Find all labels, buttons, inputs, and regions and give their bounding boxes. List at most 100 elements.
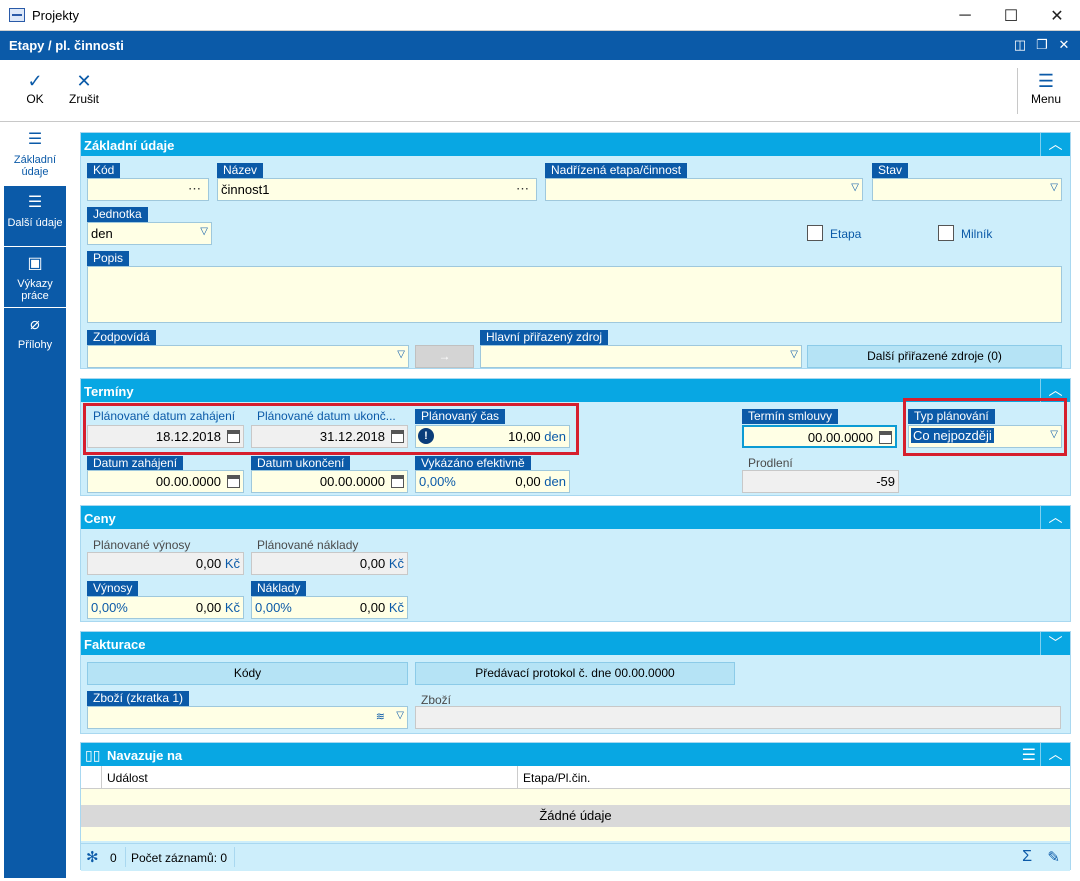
column-divider: [517, 766, 518, 789]
dropdown-icon[interactable]: ▽: [1050, 182, 1058, 193]
layers-icon[interactable]: ≋: [376, 710, 385, 723]
protokol-button[interactable]: Předávací protokol č. dne 00.00.0000: [415, 662, 735, 685]
calendar-icon[interactable]: [391, 475, 404, 488]
filter-icon[interactable]: ✻: [86, 848, 99, 866]
naklady-value: 0,00: [359, 600, 386, 615]
dropdown-icon[interactable]: ▽: [851, 182, 859, 193]
toolbar-divider: [1017, 68, 1018, 114]
collapse-chevron-icon[interactable]: ︿: [1040, 133, 1070, 156]
section-title: Navazuje na: [81, 743, 1070, 766]
sidebar-item-vykazy[interactable]: ▣ Výkazy práce: [4, 248, 66, 308]
footer-divider: [125, 847, 126, 867]
close-subwindow-icon[interactable]: ✕: [1056, 37, 1072, 53]
collapse-chevron-icon[interactable]: ﹀: [1040, 632, 1070, 655]
etapa-checkbox[interactable]: [807, 225, 823, 241]
calendar-icon[interactable]: [879, 431, 892, 444]
vykazano-field[interactable]: 0,00% 0,00 den: [415, 470, 570, 493]
menu-button[interactable]: ☰ Menu: [1026, 70, 1066, 106]
plan-vynosy-label: Plánované výnosy: [93, 538, 191, 552]
vynosy-label: Výnosy: [87, 581, 139, 596]
naklady-label: Náklady: [251, 581, 307, 596]
grid-footer: ✻ 0 Počet záznamů: 0 Σ ✎: [81, 843, 1070, 871]
checkmark-icon: ✓: [27, 71, 43, 91]
hlavni-zdroj-field[interactable]: ▽: [480, 345, 802, 368]
nadrizena-field[interactable]: ▽: [545, 178, 863, 201]
stav-label: Stav: [872, 163, 909, 178]
prodleni-field: -59: [742, 470, 899, 493]
column-header-udalost[interactable]: Událost: [107, 771, 148, 785]
jednotka-field[interactable]: den ▽: [87, 222, 212, 245]
restore-icon[interactable]: ❐: [1034, 37, 1050, 53]
section-title: Základní údaje: [81, 133, 1070, 156]
nadrizena-label: Nadřízená etapa/činnost: [545, 163, 688, 178]
collapse-chevron-icon[interactable]: ︿: [1040, 506, 1070, 529]
sum-icon[interactable]: Σ: [1022, 848, 1032, 866]
assign-arrow-button[interactable]: →: [415, 345, 474, 368]
section-zakladni: Základní údaje ︿ Kód ⋯ Název činnost1 ⋯ N…: [80, 132, 1071, 369]
popis-textarea[interactable]: [87, 266, 1062, 323]
plan-naklady-label: Plánované náklady: [257, 538, 359, 552]
ellipsis-icon[interactable]: ⋯: [188, 181, 202, 197]
end-label: Datum ukončení: [251, 456, 351, 471]
stav-field[interactable]: ▽: [872, 178, 1062, 201]
smlouva-label: Termín smlouvy: [742, 409, 839, 424]
filter-count: 0: [110, 851, 117, 865]
plan-vynosy-field: 0,00 Kč: [87, 552, 244, 575]
paperclip-icon: ⌀: [30, 316, 40, 333]
dropdown-icon[interactable]: ▽: [396, 710, 404, 721]
sidebar-item-label: Výkazy práce: [17, 278, 53, 302]
calendar-icon[interactable]: [227, 475, 240, 488]
toolbar: ✓ OK ✕ Zrušit ☰ Menu: [0, 60, 1080, 122]
nazev-field[interactable]: činnost1 ⋯: [217, 178, 537, 201]
cancel-button[interactable]: ✕ Zrušit: [64, 70, 104, 106]
dropdown-icon[interactable]: ▽: [790, 349, 798, 360]
footer-divider: [234, 847, 235, 867]
hlavni-zdroj-label: Hlavní přiřazený zdroj: [480, 330, 609, 345]
milnik-checkbox[interactable]: [938, 225, 954, 241]
vynosy-field[interactable]: 0,00% 0,00 Kč: [87, 596, 244, 619]
archive-box-icon: ▣: [27, 255, 43, 272]
maximize-button[interactable]: ☐: [988, 0, 1034, 31]
subwindow-title: Etapy / pl. činnosti: [9, 38, 124, 53]
sidebar-item-prilohy[interactable]: ⌀ Přílohy: [4, 309, 66, 369]
window-title: Projekty: [32, 8, 79, 23]
section-title: Fakturace: [81, 632, 1070, 655]
dropdown-icon[interactable]: ▽: [200, 226, 208, 237]
start-field[interactable]: 00.00.0000: [87, 470, 244, 493]
dalsi-zdroje-button[interactable]: Další přiřazené zdroje (0): [807, 345, 1062, 368]
sidebar-item-dalsi[interactable]: ☰ Další údaje: [4, 187, 66, 247]
jednotka-label: Jednotka: [87, 207, 148, 222]
zbozi-zkratka-field[interactable]: ≋ ▽: [87, 706, 408, 729]
plan-vynosy-value: 0,00: [195, 556, 222, 571]
start-label: Datum zahájení: [87, 456, 184, 471]
zbozi-field: [415, 706, 1061, 729]
close-button[interactable]: ✕: [1034, 0, 1080, 31]
ok-button[interactable]: ✓ OK: [20, 70, 50, 106]
highlight-frame-plan: [83, 403, 579, 455]
sidebar-item-zakladni[interactable]: ☰ Základní údaje: [4, 124, 66, 186]
cancel-label: Zrušit: [69, 92, 99, 106]
zodpovida-field[interactable]: ▽: [87, 345, 409, 368]
zbozi-zkratka-label: Zboží (zkratka 1): [87, 691, 190, 706]
grid-menu-icon[interactable]: ☰: [1022, 745, 1036, 765]
end-field[interactable]: 00.00.0000: [251, 470, 408, 493]
column-header-etapa[interactable]: Etapa/Pl.čin.: [523, 771, 590, 785]
collapse-chevron-icon[interactable]: ︿: [1040, 743, 1070, 766]
dropdown-icon[interactable]: ▽: [397, 349, 405, 360]
start-value: 00.00.0000: [155, 474, 221, 489]
ellipsis-icon[interactable]: ⋯: [516, 181, 530, 197]
record-count: Počet záznamů: 0: [131, 851, 228, 865]
minimize-button[interactable]: ─: [942, 0, 988, 31]
menu-label: Menu: [1030, 92, 1062, 106]
kody-button[interactable]: Kódy: [87, 662, 408, 685]
kod-field[interactable]: ⋯: [87, 178, 209, 201]
main-content: Základní údaje ︿ Kód ⋯ Název činnost1 ⋯ N…: [70, 124, 1078, 878]
section-fakturace: Fakturace ﹀ Kódy Předávací protokol č. d…: [80, 631, 1071, 734]
currency: Kč: [224, 556, 240, 571]
edit-pencil-icon[interactable]: ✎: [1047, 848, 1060, 866]
dock-icon[interactable]: ◫: [1012, 37, 1028, 53]
smlouva-field[interactable]: 00.00.0000: [742, 425, 897, 448]
popis-label: Popis: [87, 251, 130, 266]
section-terminy: Termíny ︿ Plánované datum zahájení 18.12…: [80, 378, 1071, 496]
naklady-field[interactable]: 0,00% 0,00 Kč: [251, 596, 408, 619]
